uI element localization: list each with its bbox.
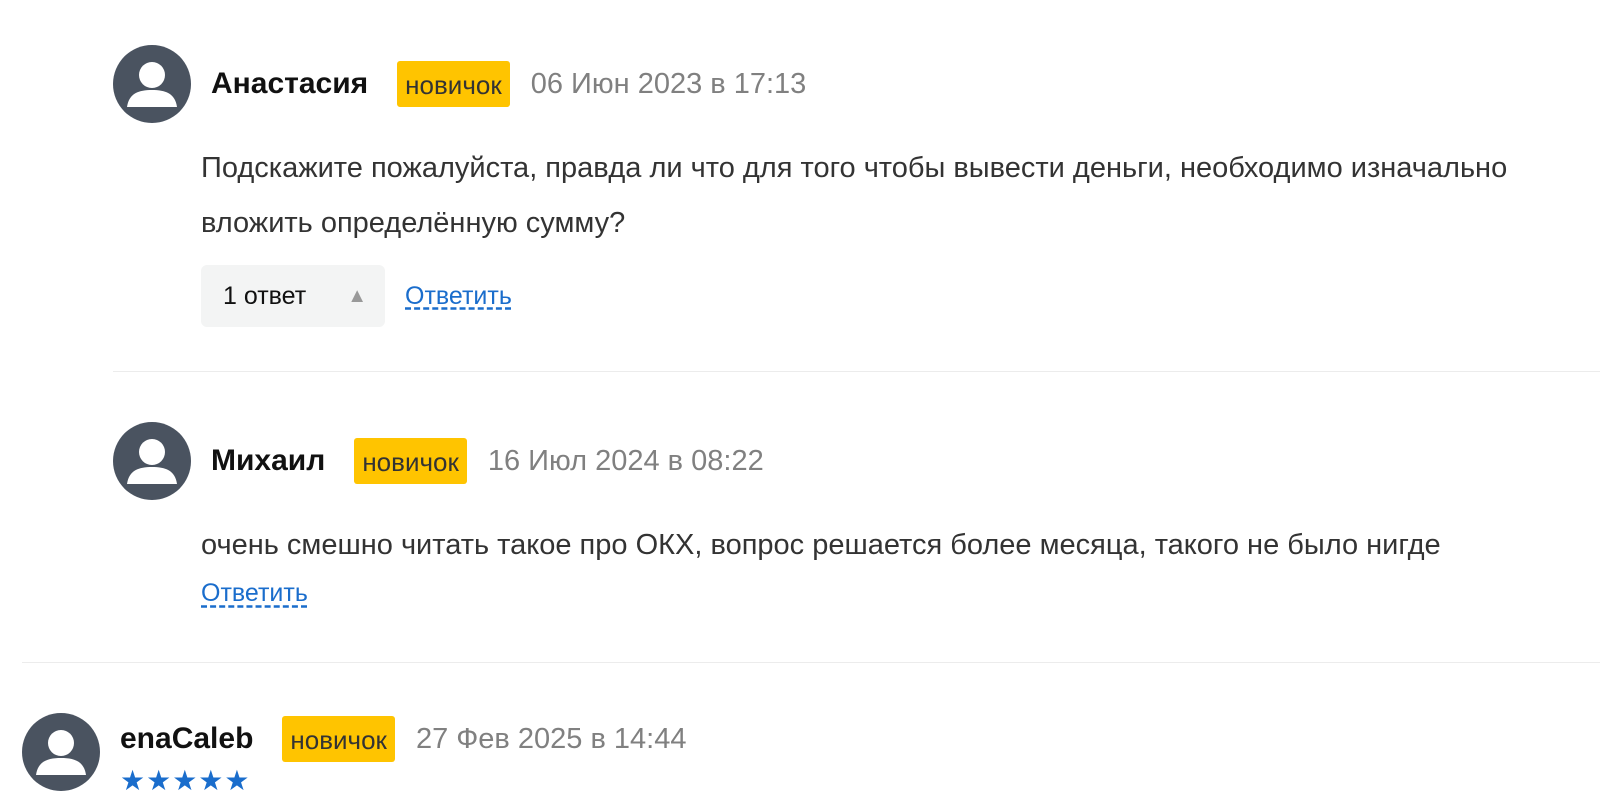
comment-header: Михаил новичок 16 Июл 2024 в 08:22 (113, 422, 1600, 500)
status-badge: новичок (397, 61, 510, 107)
status-badge: новичок (282, 716, 395, 762)
comment: enaCaleb новичок 27 Фев 2025 в 14:44 ★★★… (22, 713, 1600, 795)
comment-meta: enaCaleb новичок 27 Фев 2025 в 14:44 (100, 713, 687, 765)
comment-author: enaCaleb (120, 722, 254, 755)
user-avatar-icon (113, 422, 191, 500)
comment: Анастасия новичок 06 Июн 2023 в 17:13 По… (113, 45, 1600, 327)
comment-text: очень смешно читать такое про ОКХ, вопро… (201, 529, 1441, 561)
comment-header: Анастасия новичок 06 Июн 2023 в 17:13 (113, 45, 1600, 123)
comment-author: Михаил (211, 444, 326, 477)
comment-date: 06 Июн 2023 в 17:13 (530, 67, 807, 100)
reply-link[interactable]: Ответить (201, 579, 308, 608)
comment-text: Подскажите пожалуйста, правда ли что для… (201, 152, 1508, 239)
replies-count: 1 ответ (223, 281, 307, 310)
status-badge: новичок (354, 438, 467, 484)
comment-actions: Ответить (201, 579, 1600, 608)
user-avatar-icon (22, 713, 100, 791)
comment-header: enaCaleb новичок 27 Фев 2025 в 14:44 ★★★… (22, 713, 1600, 795)
rating-stars: ★★★★★ (120, 765, 251, 796)
comment-date: 16 Июл 2024 в 08:22 (487, 444, 764, 477)
comment-actions: 1 ответ ▲ Ответить (201, 265, 1600, 327)
divider (113, 371, 1600, 372)
user-avatar-icon (113, 45, 191, 123)
reply-link[interactable]: Ответить (405, 282, 512, 311)
comment-date: 27 Фев 2025 в 14:44 (415, 722, 687, 755)
replies-toggle-button[interactable]: 1 ответ ▲ (201, 265, 385, 327)
comment-author: Анастасия (211, 67, 369, 100)
comment-info: enaCaleb новичок 27 Фев 2025 в 14:44 ★★★… (100, 713, 687, 795)
divider (22, 662, 1600, 663)
chevron-up-icon: ▲ (347, 284, 367, 307)
comment: Михаил новичок 16 Июл 2024 в 08:22 очень… (113, 422, 1600, 608)
